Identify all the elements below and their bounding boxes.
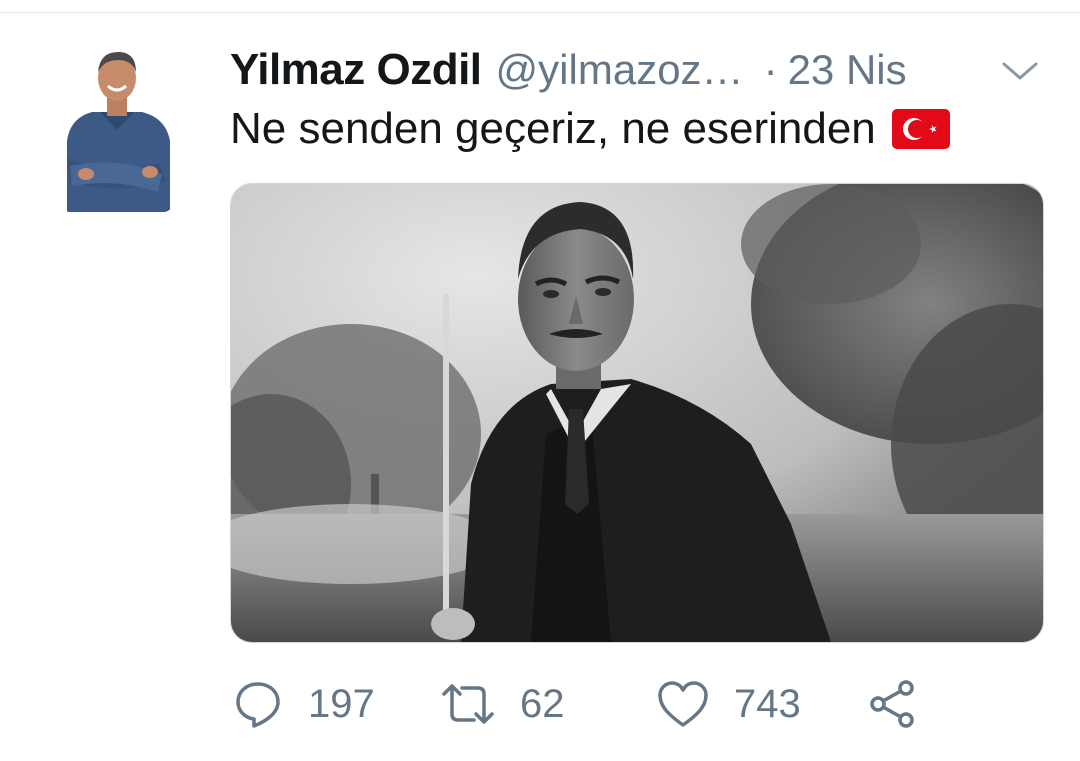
reply-count: 197	[308, 681, 375, 726]
tweet-text: Ne senden geçeriz, ne eserinden	[230, 104, 950, 154]
retweet-icon	[440, 678, 496, 730]
share-icon	[868, 679, 918, 729]
top-divider	[0, 0, 1080, 13]
like-count: 743	[734, 681, 801, 726]
tweet-header: Yilmaz Ozdil @yilmazoz… · 23 Nis	[230, 40, 1040, 100]
like-button[interactable]: 743	[656, 676, 801, 732]
display-name[interactable]: Yilmaz Ozdil	[230, 45, 482, 95]
avatar-image	[62, 46, 172, 212]
reply-icon	[232, 678, 284, 730]
chevron-down-icon[interactable]	[1000, 56, 1040, 86]
action-bar: 197 62 743	[232, 676, 932, 732]
retweet-count: 62	[520, 681, 565, 726]
share-button[interactable]	[868, 676, 918, 732]
photo	[231, 184, 1043, 642]
user-handle[interactable]: @yilmazoz…	[496, 46, 744, 94]
tweet-media-image[interactable]	[230, 183, 1044, 643]
reply-button[interactable]: 197	[232, 676, 375, 732]
turkey-flag-icon	[891, 109, 950, 149]
tweet-text-content: Ne senden geçeriz, ne eserinden	[230, 104, 876, 153]
avatar[interactable]	[62, 46, 172, 212]
separator-dot: ·	[763, 46, 778, 93]
tweet-date[interactable]: 23 Nis	[788, 46, 907, 94]
heart-icon	[656, 679, 710, 729]
retweet-button[interactable]: 62	[440, 676, 565, 732]
